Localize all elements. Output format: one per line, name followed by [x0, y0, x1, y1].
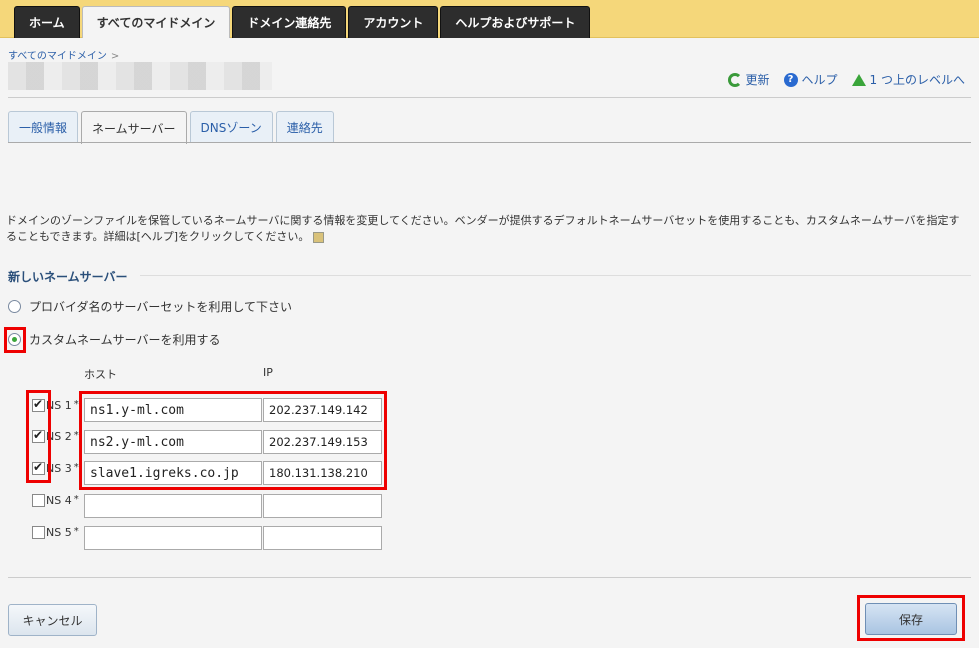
description-text: ドメインのゾーンファイルを保管しているネームサーバに関する情報を変更してください…: [6, 213, 968, 245]
ns4-ip-input[interactable]: [263, 494, 382, 518]
nav-tab-home[interactable]: ホーム: [14, 6, 80, 38]
ns-row-4: NS 4 *: [32, 488, 84, 512]
tab-divider: [8, 142, 971, 143]
ns2-ip-input[interactable]: [263, 430, 382, 454]
ns-row-1: NS 1*: [32, 393, 84, 417]
ns2-host-input[interactable]: [84, 430, 262, 454]
tab-contacts[interactable]: 連絡先: [275, 111, 334, 143]
up-level-link[interactable]: 1 つ上のレベルへ: [851, 71, 965, 88]
help-icon: ?: [783, 72, 798, 87]
cancel-button[interactable]: キャンセル: [8, 604, 97, 636]
help-small-icon[interactable]: [313, 231, 325, 243]
sub-tabs: 一般情報 ネームサーバー DNSゾーン 連絡先: [8, 111, 334, 144]
radio-provider-control[interactable]: [8, 300, 21, 313]
help-link[interactable]: ? ヘルプ: [783, 71, 838, 88]
nav-tab-all-domains[interactable]: すべてのマイドメイン: [81, 6, 231, 38]
ns1-label: NS 1 *: [46, 398, 79, 412]
up-arrow-icon: [851, 73, 866, 86]
breadcrumb: すべてのマイドメイン >: [8, 47, 119, 62]
ns4-checkbox[interactable]: [32, 493, 45, 507]
ns3-checkbox[interactable]: [32, 460, 45, 475]
ns5-label: NS 5 *: [46, 525, 79, 539]
radio-provider-label: プロバイダ名のサーバーセットを利用して下さい: [29, 300, 293, 314]
ns1-checkbox[interactable]: [32, 397, 45, 412]
section-title: 新しいネームサーバー: [8, 270, 128, 284]
radio-custom-control[interactable]: [8, 333, 21, 346]
radio-custom-label: カスタムネームサーバーを利用する: [29, 333, 221, 347]
tab-dns-zone[interactable]: DNSゾーン: [189, 111, 273, 143]
section-divider: [140, 275, 971, 276]
ns-row-2: NS 2*: [32, 424, 84, 448]
ns3-label: NS 3 *: [46, 461, 79, 475]
ns5-host-input[interactable]: [84, 526, 262, 550]
ns-row-5: NS 5 *: [32, 520, 84, 544]
radio-provider-servers[interactable]: プロバイダ名のサーバーセットを利用して下さい: [8, 298, 292, 315]
ns2-label: NS 2 *: [46, 429, 79, 443]
radio-custom-servers[interactable]: カスタムネームサーバーを利用する: [8, 331, 221, 348]
nav-tab-account[interactable]: アカウント: [348, 6, 439, 38]
ns-row-3: NS 3*: [32, 456, 84, 480]
column-header-host: ホスト: [84, 368, 117, 381]
ns5-ip-input[interactable]: [263, 526, 382, 550]
up-level-label: 1 つ上のレベルへ: [869, 73, 965, 87]
nav-tab-help-support[interactable]: ヘルプおよびサポート: [440, 6, 591, 38]
ns4-host-input[interactable]: [84, 494, 262, 518]
ns1-host-input[interactable]: [84, 398, 262, 422]
ns3-ip-input[interactable]: [263, 461, 382, 485]
divider: [8, 97, 971, 98]
tab-nameservers[interactable]: ネームサーバー: [81, 111, 187, 144]
top-navigation: ホーム すべてのマイドメイン ドメイン連絡先 アカウント ヘルプおよびサポート: [14, 6, 591, 38]
tab-general-info[interactable]: 一般情報: [8, 111, 79, 143]
refresh-label: 更新: [745, 73, 770, 87]
footer-divider: [8, 577, 971, 578]
refresh-icon: [727, 72, 742, 87]
description: ドメインのゾーンファイルを保管しているネームサーバに関する情報を変更してください…: [6, 214, 960, 243]
ns2-checkbox[interactable]: [32, 428, 45, 443]
page-actions: 更新 ? ヘルプ 1 つ上のレベルへ: [727, 71, 965, 88]
breadcrumb-separator: >: [110, 51, 120, 62]
column-header-ip: IP: [263, 366, 273, 379]
ns3-host-input[interactable]: [84, 461, 262, 485]
save-button[interactable]: 保存: [865, 603, 957, 635]
redacted-domain-title: [8, 62, 272, 90]
help-label: ヘルプ: [801, 73, 838, 87]
ns1-ip-input[interactable]: [263, 398, 382, 422]
breadcrumb-link-all-domains[interactable]: すべてのマイドメイン: [8, 51, 107, 62]
ns5-checkbox[interactable]: [32, 525, 45, 539]
refresh-link[interactable]: 更新: [727, 71, 770, 88]
ns4-label: NS 4 *: [46, 493, 79, 507]
nav-tab-domain-contacts[interactable]: ドメイン連絡先: [232, 6, 347, 38]
